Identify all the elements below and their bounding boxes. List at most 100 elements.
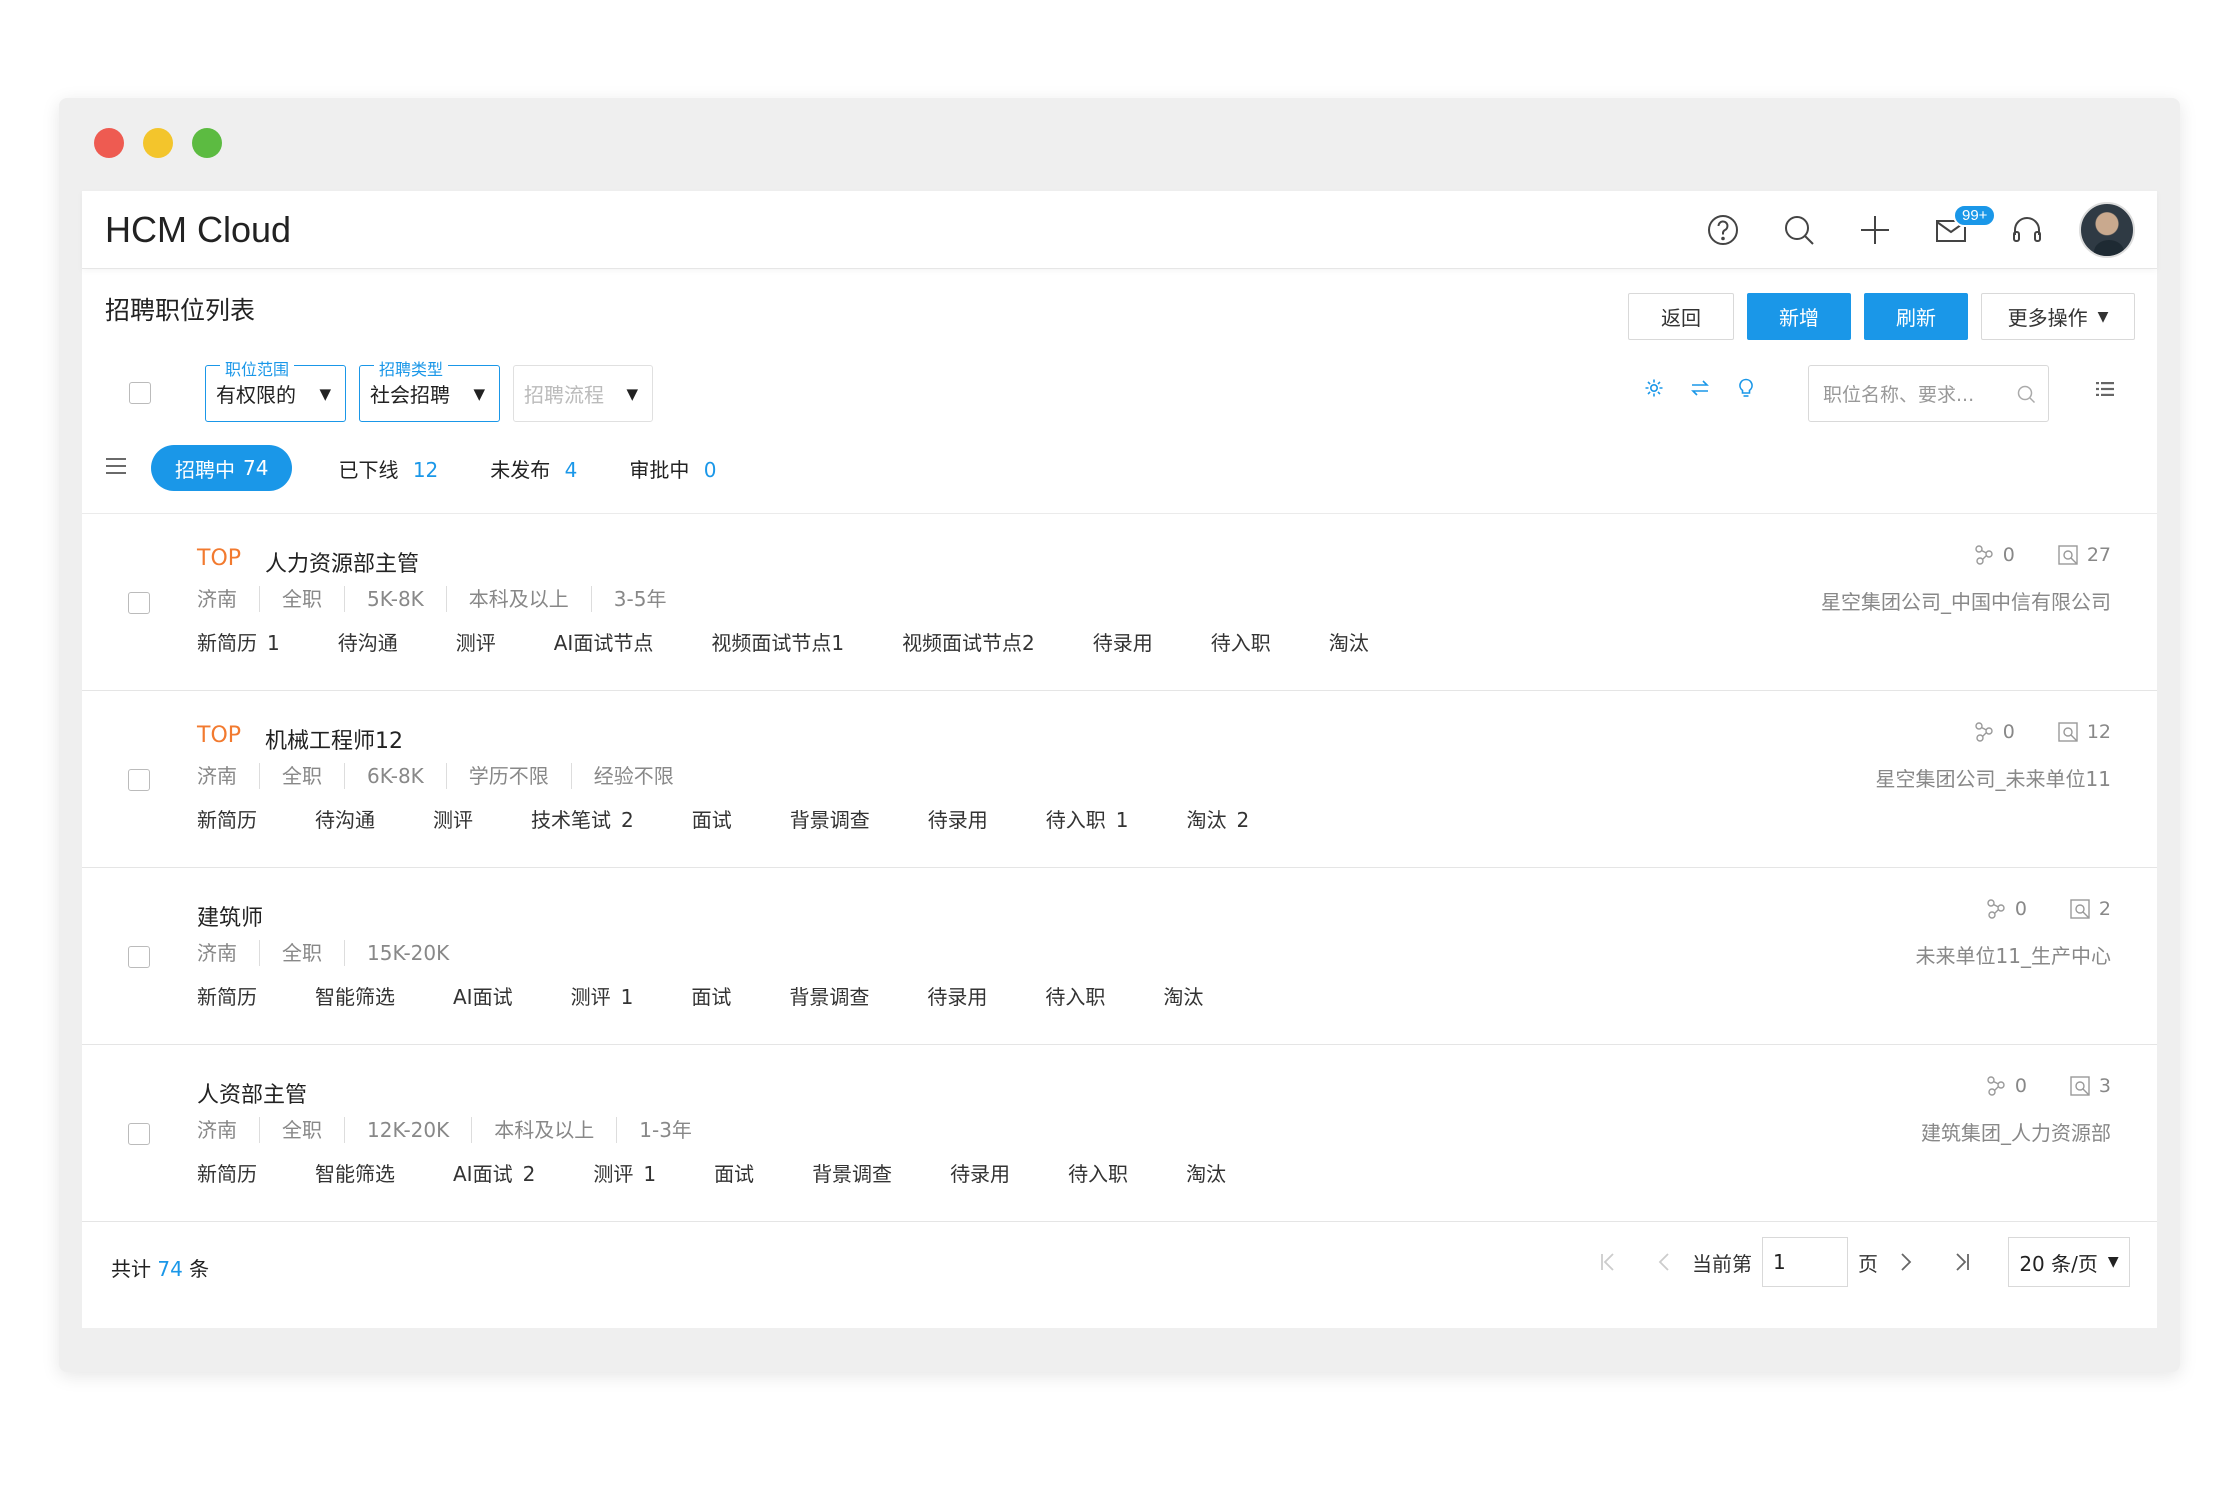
tab-unpublished[interactable]: 未发布 4	[490, 454, 577, 483]
stage-item[interactable]: 待沟通	[315, 804, 375, 833]
list-view-icon[interactable]	[2095, 379, 2115, 403]
headset-icon[interactable]	[1989, 191, 2065, 269]
search-input[interactable]: 职位名称、要求...	[1808, 365, 2049, 422]
job-row[interactable]: 建筑师 济南 全职 15K-20K 新简历 智能筛选 AI面试 测评 1 面试 背…	[82, 868, 2157, 1045]
help-icon[interactable]	[1685, 191, 1761, 269]
stage-item[interactable]: 新简历	[197, 981, 257, 1010]
tab-count: 12	[412, 457, 439, 482]
prev-page-icon[interactable]	[1644, 1242, 1684, 1282]
row-checkbox[interactable]	[128, 946, 150, 968]
plus-icon[interactable]	[1837, 191, 1913, 269]
stage-item[interactable]: 待录用	[927, 981, 987, 1010]
stage-item[interactable]: 待录用	[1093, 627, 1153, 656]
share-stat[interactable]: 0	[1985, 898, 2027, 920]
tab-recruiting[interactable]: 招聘中 74	[151, 445, 293, 491]
job-title[interactable]: 人资部主管	[197, 1077, 307, 1109]
minimize-window-button[interactable]	[143, 128, 173, 158]
recruit-type-value: 社会招聘	[370, 383, 450, 407]
row-checkbox[interactable]	[128, 1123, 150, 1145]
share-stat[interactable]: 0	[1973, 721, 2015, 743]
process-select[interactable]: 招聘流程 ▼	[513, 365, 653, 422]
stage-item[interactable]: 待录用	[950, 1158, 1010, 1187]
stage-item[interactable]: 智能筛选	[315, 1158, 395, 1187]
swap-icon[interactable]	[1689, 377, 1711, 403]
view-stat[interactable]: 2	[2069, 898, 2111, 920]
stage-item[interactable]: 淘汰	[1186, 1158, 1226, 1187]
job-meta: 济南 全职 12K-20K 本科及以上 1-3年	[197, 1117, 714, 1143]
stage-item[interactable]: 测评 1	[593, 1158, 656, 1187]
page-size-select[interactable]: 20 条/页 ▼	[2008, 1237, 2130, 1287]
view-stat[interactable]: 3	[2069, 1075, 2111, 1097]
stage-item[interactable]: 背景调查	[790, 804, 870, 833]
stage-item[interactable]: 淘汰	[1163, 981, 1203, 1010]
page-number-input[interactable]: 1	[1762, 1237, 1848, 1287]
avatar[interactable]	[2079, 202, 2135, 258]
stage-item[interactable]: 待入职	[1068, 1158, 1128, 1187]
stage-item[interactable]: 面试	[692, 804, 732, 833]
share-icon	[1987, 1076, 2005, 1096]
stage-item[interactable]: AI面试 2	[453, 1158, 535, 1187]
row-checkbox[interactable]	[128, 592, 150, 614]
stage-item[interactable]: 待入职	[1045, 981, 1105, 1010]
job-row[interactable]: TOP 机械工程师12 济南 全职 6K-8K 学历不限 经验不限 新简历 待沟…	[82, 691, 2157, 868]
stage-item[interactable]: 新简历 1	[197, 627, 280, 656]
back-button[interactable]: 返回	[1628, 293, 1734, 340]
stage-item[interactable]: 背景调查	[812, 1158, 892, 1187]
stage-item[interactable]: 待沟通	[338, 627, 398, 656]
first-page-icon[interactable]	[1588, 1242, 1628, 1282]
tab-label: 已下线	[338, 457, 399, 482]
settings-icon[interactable]	[1643, 377, 1665, 403]
maximize-window-button[interactable]	[192, 128, 222, 158]
share-stat[interactable]: 0	[1973, 544, 2015, 566]
job-title[interactable]: 机械工程师12	[265, 723, 403, 755]
tab-count: 4	[564, 457, 578, 482]
share-count: 0	[2014, 1075, 2027, 1097]
close-window-button[interactable]	[94, 128, 124, 158]
lightbulb-icon[interactable]	[1735, 377, 1757, 403]
job-title[interactable]: 建筑师	[197, 900, 263, 932]
next-page-icon[interactable]	[1886, 1242, 1926, 1282]
mail-icon[interactable]: 99+	[1913, 191, 1997, 269]
stage-item[interactable]: 淘汰 2	[1186, 804, 1249, 833]
scope-select[interactable]: 职位范围 有权限的 ▼	[205, 356, 346, 422]
job-title[interactable]: 人力资源部主管	[265, 546, 419, 578]
tab-approving[interactable]: 审批中 0	[629, 454, 716, 483]
stage-item[interactable]: 测评 1	[571, 981, 634, 1010]
stage-item[interactable]: 待录用	[928, 804, 988, 833]
stage-item[interactable]: 视频面试节点1	[711, 627, 844, 656]
stage-item[interactable]: 背景调查	[789, 981, 869, 1010]
caret-down-icon: ▼	[626, 384, 638, 403]
menu-icon[interactable]	[105, 456, 127, 480]
last-page-icon[interactable]	[1942, 1242, 1982, 1282]
stage-item[interactable]: 待入职	[1211, 627, 1271, 656]
stage-item[interactable]: 测评	[433, 804, 473, 833]
stage-item[interactable]: 待入职 1	[1046, 804, 1129, 833]
select-all-checkbox[interactable]	[129, 382, 151, 404]
stage-item[interactable]: AI面试节点	[554, 627, 654, 656]
stage-item[interactable]: AI面试	[453, 981, 513, 1010]
stage-item[interactable]: 测评	[456, 627, 496, 656]
stage-item[interactable]: 智能筛选	[315, 981, 395, 1010]
search-icon[interactable]	[1761, 191, 1837, 269]
refresh-button[interactable]: 刷新	[1864, 293, 1968, 340]
recruit-type-select[interactable]: 招聘类型 社会招聘 ▼	[359, 356, 500, 422]
tab-offline[interactable]: 已下线 12	[338, 454, 438, 483]
stage-item[interactable]: 面试	[691, 981, 731, 1010]
add-button[interactable]: 新增	[1747, 293, 1851, 340]
view-stat[interactable]: 12	[2057, 721, 2111, 743]
top-actions: 99+	[1685, 191, 2135, 269]
more-actions-button[interactable]: 更多操作 ▼	[1981, 293, 2135, 340]
stage-item[interactable]: 淘汰	[1329, 627, 1369, 656]
job-row[interactable]: 人资部主管 济南 全职 12K-20K 本科及以上 1-3年 新简历 智能筛选 …	[82, 1045, 2157, 1222]
stage-item[interactable]: 技术笔试 2	[531, 804, 634, 833]
row-checkbox[interactable]	[128, 769, 150, 791]
stage-item[interactable]: 面试	[714, 1158, 754, 1187]
stage-item[interactable]: 新简历	[197, 1158, 257, 1187]
view-stat[interactable]: 27	[2057, 544, 2111, 566]
tab-label: 招聘中	[175, 457, 235, 482]
stage-item[interactable]: 视频面试节点2	[902, 627, 1035, 656]
stage-item[interactable]: 新简历	[197, 804, 257, 833]
job-row[interactable]: TOP 人力资源部主管 济南 全职 5K-8K 本科及以上 3-5年 新简历 1 …	[82, 514, 2157, 691]
job-meta: 济南 全职 15K-20K	[197, 940, 471, 966]
share-stat[interactable]: 0	[1985, 1075, 2027, 1097]
